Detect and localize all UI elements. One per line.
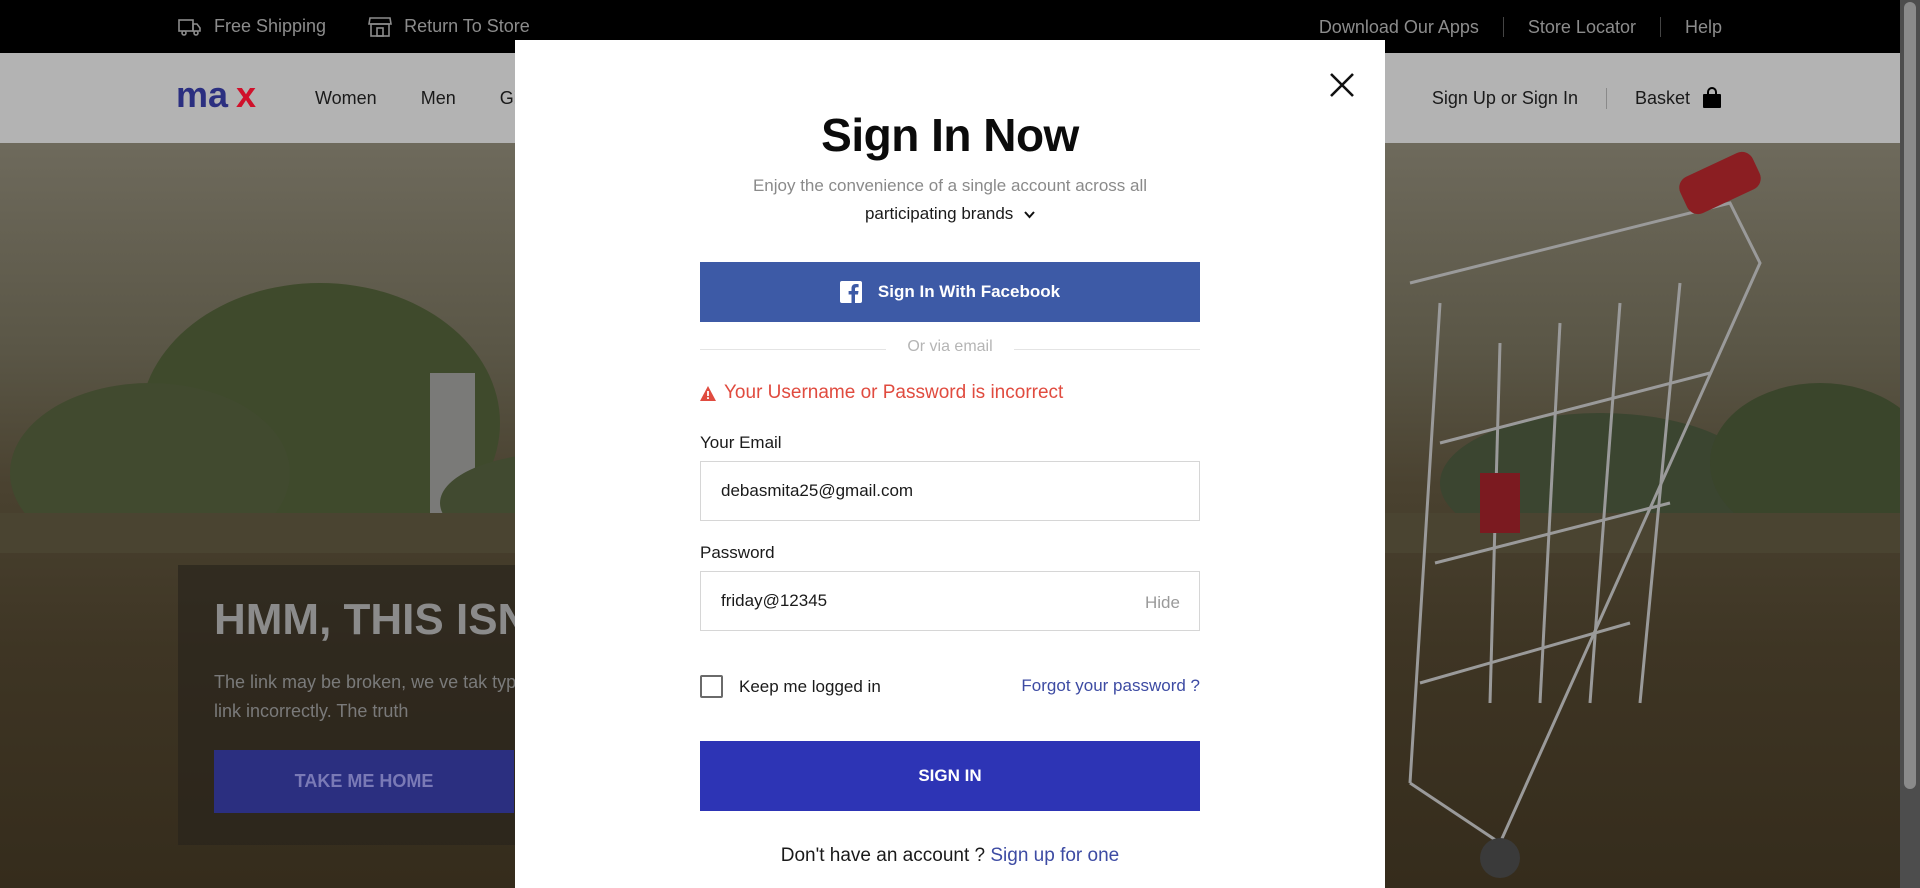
password-field[interactable] bbox=[700, 571, 1200, 631]
free-shipping-label: Free Shipping bbox=[214, 16, 327, 36]
email-field[interactable] bbox=[700, 461, 1200, 521]
nav-women[interactable]: Women bbox=[315, 88, 377, 109]
help-link[interactable]: Help bbox=[1659, 16, 1722, 37]
not-found-title: HMM, THIS ISN bbox=[214, 595, 530, 644]
divider-text: Or via email bbox=[907, 338, 993, 355]
login-error-message: Your Username or Password is incorrect bbox=[700, 382, 1200, 404]
svg-text:x: x bbox=[236, 75, 256, 115]
basket-link[interactable]: Basket bbox=[1607, 87, 1722, 109]
shopping-bag-icon bbox=[1703, 87, 1721, 108]
take-me-home-button[interactable]: TAKE ME HOME bbox=[214, 750, 514, 813]
sign-up-link[interactable]: Sign up for one bbox=[990, 845, 1119, 866]
facebook-button-label: Sign In With Facebook bbox=[877, 282, 1061, 301]
max-logo[interactable]: ma x bbox=[176, 75, 276, 115]
sign-in-modal: Sign In Now Enjoy the convenience of a s… bbox=[515, 40, 1385, 888]
or-via-email-divider: Or via email bbox=[700, 338, 1200, 360]
warning-icon bbox=[700, 385, 716, 401]
signup-signin-link[interactable]: Sign Up or Sign In bbox=[1432, 87, 1607, 109]
hide-password-toggle[interactable]: Hide bbox=[1145, 593, 1180, 613]
download-apps-link[interactable]: Download Our Apps bbox=[1295, 17, 1503, 37]
store-locator-link[interactable]: Store Locator bbox=[1502, 16, 1660, 37]
main-nav: Women Men Gi bbox=[315, 53, 518, 143]
top-bar-left: Free Shipping Return To Store bbox=[178, 0, 530, 53]
return-to-store-label: Return To Store bbox=[404, 16, 530, 36]
keep-logged-in-checkbox[interactable] bbox=[700, 675, 723, 698]
keep-logged-in-row: Keep me logged in bbox=[700, 675, 881, 698]
no-account-text: Don't have an account ? bbox=[780, 845, 986, 866]
store-icon bbox=[368, 16, 393, 37]
return-to-store-link[interactable]: Return To Store bbox=[368, 16, 530, 38]
close-icon[interactable] bbox=[1327, 70, 1357, 100]
no-account-row: Don't have an account ? Sign up for one bbox=[515, 845, 1385, 867]
truck-icon bbox=[178, 18, 201, 36]
divider-line-right bbox=[1014, 349, 1200, 350]
participating-brands-toggle[interactable]: participating brands bbox=[515, 204, 1385, 224]
facebook-sign-in-button[interactable]: Sign In With Facebook bbox=[700, 262, 1200, 322]
forgot-password-link[interactable]: Forgot your password ? bbox=[1015, 676, 1200, 696]
error-text: Your Username or Password is incorrect bbox=[724, 382, 1064, 403]
participating-brands-label: participating brands bbox=[864, 204, 1014, 223]
free-shipping-link[interactable]: Free Shipping bbox=[178, 16, 326, 37]
keep-logged-in-label[interactable]: Keep me logged in bbox=[739, 677, 881, 697]
nav-men[interactable]: Men bbox=[421, 88, 456, 109]
facebook-icon bbox=[839, 281, 862, 303]
header-account-area: Sign Up or Sign In Basket bbox=[1432, 53, 1722, 143]
shopping-cart-image bbox=[1408, 151, 1762, 878]
modal-subtitle: Enjoy the convenience of a single accoun… bbox=[752, 176, 1148, 195]
scrollbar-thumb[interactable] bbox=[1904, 2, 1916, 789]
chevron-down-icon bbox=[1024, 210, 1035, 219]
sign-in-button[interactable]: SIGN IN bbox=[700, 741, 1200, 811]
email-label: Your Email bbox=[700, 433, 782, 452]
password-label: Password bbox=[700, 543, 775, 562]
page-scrollbar[interactable] bbox=[1900, 0, 1920, 888]
modal-title: Sign In Now bbox=[821, 109, 1079, 161]
svg-text:ma: ma bbox=[176, 75, 229, 115]
basket-label: Basket bbox=[1634, 87, 1690, 108]
